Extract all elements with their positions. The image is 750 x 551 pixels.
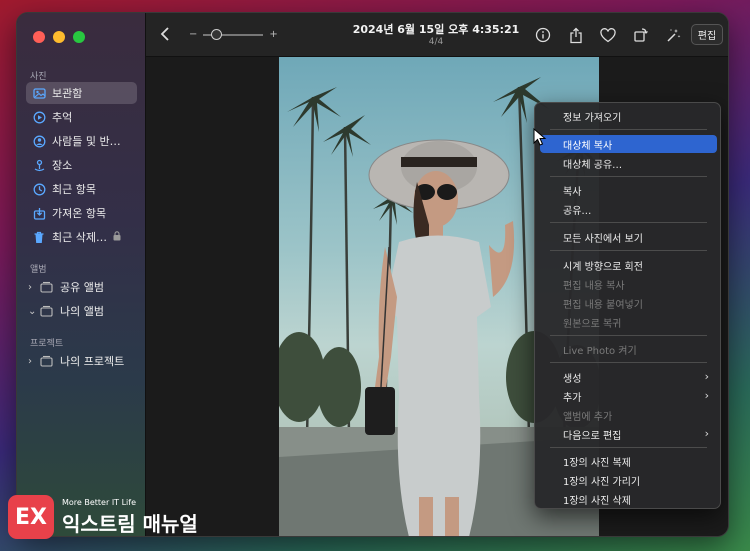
shared-album-icon: [40, 280, 54, 294]
zoom-out-icon[interactable]: −: [189, 29, 197, 40]
people-icon: [32, 134, 46, 148]
sidebar-item-label: 장소: [52, 159, 73, 172]
chevron-right-icon: ›: [704, 389, 709, 402]
menu-item-label: 추가: [563, 392, 582, 404]
edit-button[interactable]: 편집: [691, 24, 723, 45]
context-menu: 정보 가져오기 대상체 복사 대상체 공유… 복사 공유… 모든 사진에서 보기…: [534, 102, 721, 509]
sidebar-item-places[interactable]: 장소: [26, 154, 137, 176]
watermark-text: More Better IT Life 익스트림 매뉴얼: [62, 498, 198, 537]
auto-enhance-icon[interactable]: [664, 26, 682, 44]
imports-icon: [32, 206, 46, 220]
menu-separator: [550, 447, 707, 448]
sidebar-item-recently-deleted[interactable]: 최근 삭제…: [26, 226, 137, 248]
menu-item-show-in-all-photos[interactable]: 모든 사진에서 보기: [540, 228, 717, 246]
watermark-tagline: More Better IT Life: [62, 497, 137, 507]
photo-date-title: 2024년 6월 15일 오후 4:35:21: [352, 23, 520, 36]
menu-item-label: 다음으로 편집: [563, 430, 622, 442]
heart-icon[interactable]: [599, 26, 617, 44]
menu-item-paste-edits: 편집 내용 붙여넣기: [563, 299, 643, 311]
menu-item-rotate-clockwise[interactable]: 시계 방향으로 회전: [540, 256, 717, 274]
menu-separator: [550, 335, 707, 336]
sidebar-item-my-albums[interactable]: ⌄ 나의 앨범: [26, 300, 137, 322]
project-folder-icon: [40, 354, 54, 368]
chevron-right-icon[interactable]: ›: [28, 282, 38, 293]
menu-item-share-subject[interactable]: 대상체 공유…: [540, 154, 717, 172]
sidebar-item-imports[interactable]: 가져온 항목: [26, 202, 137, 224]
sidebar-item-label: 사람들 및 반…: [52, 135, 121, 148]
chevron-right-icon: ›: [704, 370, 709, 383]
sidebar-item-library[interactable]: 보관함: [26, 82, 137, 104]
menu-item-copy-edits: 편집 내용 복사: [563, 280, 625, 292]
sidebar-item-my-projects[interactable]: › 나의 프로젝트: [26, 350, 137, 372]
menu-item-share[interactable]: 공유…: [540, 200, 717, 218]
sidebar-item-people[interactable]: 사람들 및 반…: [26, 130, 137, 152]
photos-window: 사진 보관함 추억 사람들 및 반… 장소 최근 항목 가져온 항목 최근 삭제…: [16, 12, 729, 537]
sidebar-section-projects: 프로젝트: [30, 339, 64, 349]
menu-item-add[interactable]: 추가 ›: [540, 387, 717, 405]
brand-logo-icon: EX: [8, 495, 54, 539]
sidebar-section-albums: 앨범: [30, 265, 47, 275]
library-icon: [32, 86, 46, 100]
sidebar-item-recents[interactable]: 최근 항목: [26, 178, 137, 200]
info-icon[interactable]: [534, 26, 552, 44]
sidebar-item-label: 최근 삭제…: [52, 231, 107, 244]
menu-item-label: 생성: [563, 373, 582, 385]
menu-item-create[interactable]: 생성 ›: [540, 368, 717, 386]
menu-separator: [550, 176, 707, 177]
menu-item-live-photo-on: Live Photo 켜기: [563, 345, 637, 357]
menu-separator: [550, 129, 707, 130]
menu-item-delete-photo[interactable]: 1장의 사진 삭제: [540, 490, 717, 508]
menu-item-copy-subject[interactable]: 대상체 복사: [540, 135, 717, 153]
menu-item-edit-with[interactable]: 다음으로 편집 ›: [540, 425, 717, 443]
memories-icon: [32, 110, 46, 124]
zoom-knob[interactable]: [211, 28, 223, 40]
menu-item-get-info[interactable]: 정보 가져오기: [540, 107, 717, 125]
menu-item-duplicate-photo[interactable]: 1장의 사진 복제: [540, 452, 717, 470]
sidebar-item-label: 나의 앨범: [60, 305, 104, 318]
sidebar-item-label: 최근 항목: [52, 183, 96, 196]
chevron-right-icon: ›: [704, 427, 709, 440]
chevron-down-icon[interactable]: ⌄: [28, 306, 38, 317]
zoom-window-button[interactable]: [73, 31, 85, 43]
close-window-button[interactable]: [33, 31, 45, 43]
zoom-track[interactable]: [203, 28, 264, 40]
photo-counter: 4/4: [428, 37, 444, 47]
zoom-in-icon[interactable]: +: [269, 29, 277, 40]
places-icon: [32, 158, 46, 172]
menu-item-revert-to-original: 원본으로 복귀: [563, 318, 622, 330]
sidebar-item-memories[interactable]: 추억: [26, 106, 137, 128]
menu-separator: [550, 222, 707, 223]
album-folder-icon: [40, 304, 54, 318]
minimize-window-button[interactable]: [53, 31, 65, 43]
sidebar-item-label: 보관함: [52, 87, 83, 100]
sidebar-item-label: 추억: [52, 111, 73, 124]
trash-icon: [32, 230, 46, 244]
zoom-slider[interactable]: − +: [189, 28, 278, 40]
toolbar: − + 2024년 6월 15일 오후 4:35:21 4/4 편집: [146, 13, 728, 57]
recents-icon: [32, 182, 46, 196]
sidebar: 사진 보관함 추억 사람들 및 반… 장소 최근 항목 가져온 항목 최근 삭제…: [17, 13, 146, 536]
menu-item-add-to-album: 앨범에 추가: [563, 411, 613, 423]
watermark-brand: 익스트림 매뉴얼: [62, 511, 198, 536]
sidebar-item-label: 공유 앨범: [60, 281, 104, 294]
sidebar-item-label: 가져온 항목: [52, 207, 107, 220]
rotate-icon[interactable]: [632, 26, 650, 44]
menu-separator: [550, 250, 707, 251]
menu-separator: [550, 362, 707, 363]
window-controls: [33, 31, 85, 43]
menu-item-hide-photo[interactable]: 1장의 사진 가리기: [540, 471, 717, 489]
sidebar-item-shared-albums[interactable]: › 공유 앨범: [26, 276, 137, 298]
sidebar-item-label: 나의 프로젝트: [60, 355, 125, 368]
sidebar-section-photos: 사진: [30, 72, 47, 82]
chevron-right-icon[interactable]: ›: [28, 356, 38, 367]
watermark-logo: EX More Better IT Life 익스트림 매뉴얼: [8, 495, 198, 539]
share-icon[interactable]: [567, 26, 585, 44]
menu-item-copy[interactable]: 복사: [540, 181, 717, 199]
mouse-cursor-icon: [533, 128, 547, 146]
back-icon[interactable]: [160, 26, 170, 46]
lock-icon: [113, 230, 121, 244]
